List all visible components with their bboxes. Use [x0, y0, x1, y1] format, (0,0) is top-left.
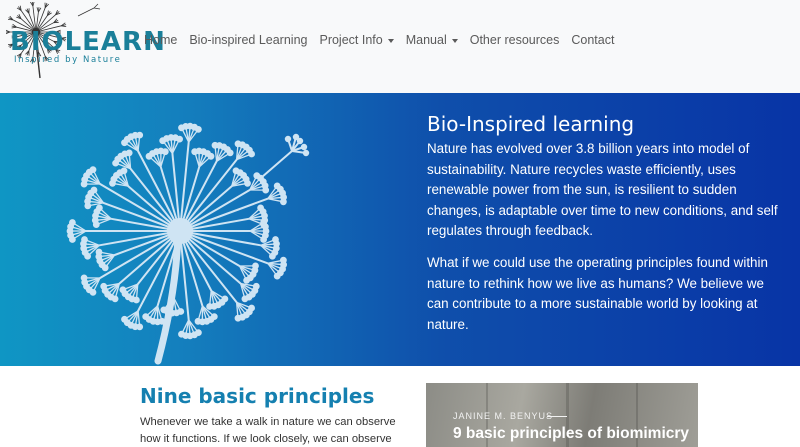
caret-down-icon [451, 38, 458, 43]
nav-other-resources-label: Other resources [469, 33, 560, 47]
principles-heading: Nine basic principles [140, 384, 375, 408]
book-title: 9 basic principles of biomimicry [453, 425, 690, 442]
navbar: BIOLEARN Inspired by Nature Home Bio-ins… [0, 0, 800, 93]
book-cover-image[interactable]: JANINE M. BENYUS 9 basic principles of b… [426, 383, 698, 447]
nav-other-resources[interactable]: Other resources [470, 33, 560, 47]
hero-banner: Bio-Inspired learning Nature has evolved… [0, 93, 800, 366]
nav-home-label: Home [144, 33, 178, 47]
nav-contact[interactable]: Contact [571, 33, 614, 47]
book-divider [547, 416, 567, 417]
page: BIOLEARN Inspired by Nature Home Bio-ins… [0, 0, 800, 447]
logo[interactable]: BIOLEARN Inspired by Nature [6, 2, 165, 80]
nav-manual-label: Manual [405, 33, 447, 47]
brand-name: BIOLEARN [10, 27, 166, 57]
nav-manual[interactable]: Manual [406, 33, 458, 47]
book-author: JANINE M. BENYUS [453, 411, 554, 421]
principles-text: Whenever we take a walk in nature we can… [140, 416, 396, 445]
nav-home[interactable]: Home [144, 33, 177, 47]
brand-tagline: Inspired by Nature [14, 55, 122, 65]
hero-paragraph-2: What if we could use the operating princ… [427, 255, 768, 332]
nav-bio-inspired-learning-label: Bio-inspired Learning [189, 33, 308, 47]
hero-title: Bio-Inspired learning [427, 112, 635, 136]
nav-project-info[interactable]: Project Info [319, 33, 394, 47]
hero-paragraph-1: Nature has evolved over 3.8 billion year… [427, 141, 778, 238]
nav-project-info-label: Project Info [319, 33, 383, 47]
nav-contact-label: Contact [571, 33, 615, 47]
main-nav: Home Bio-inspired Learning Project Info … [144, 31, 626, 49]
caret-down-icon [387, 38, 394, 43]
dandelion-illustration-icon [66, 122, 310, 365]
nav-bio-inspired-learning[interactable]: Bio-inspired Learning [189, 33, 307, 47]
